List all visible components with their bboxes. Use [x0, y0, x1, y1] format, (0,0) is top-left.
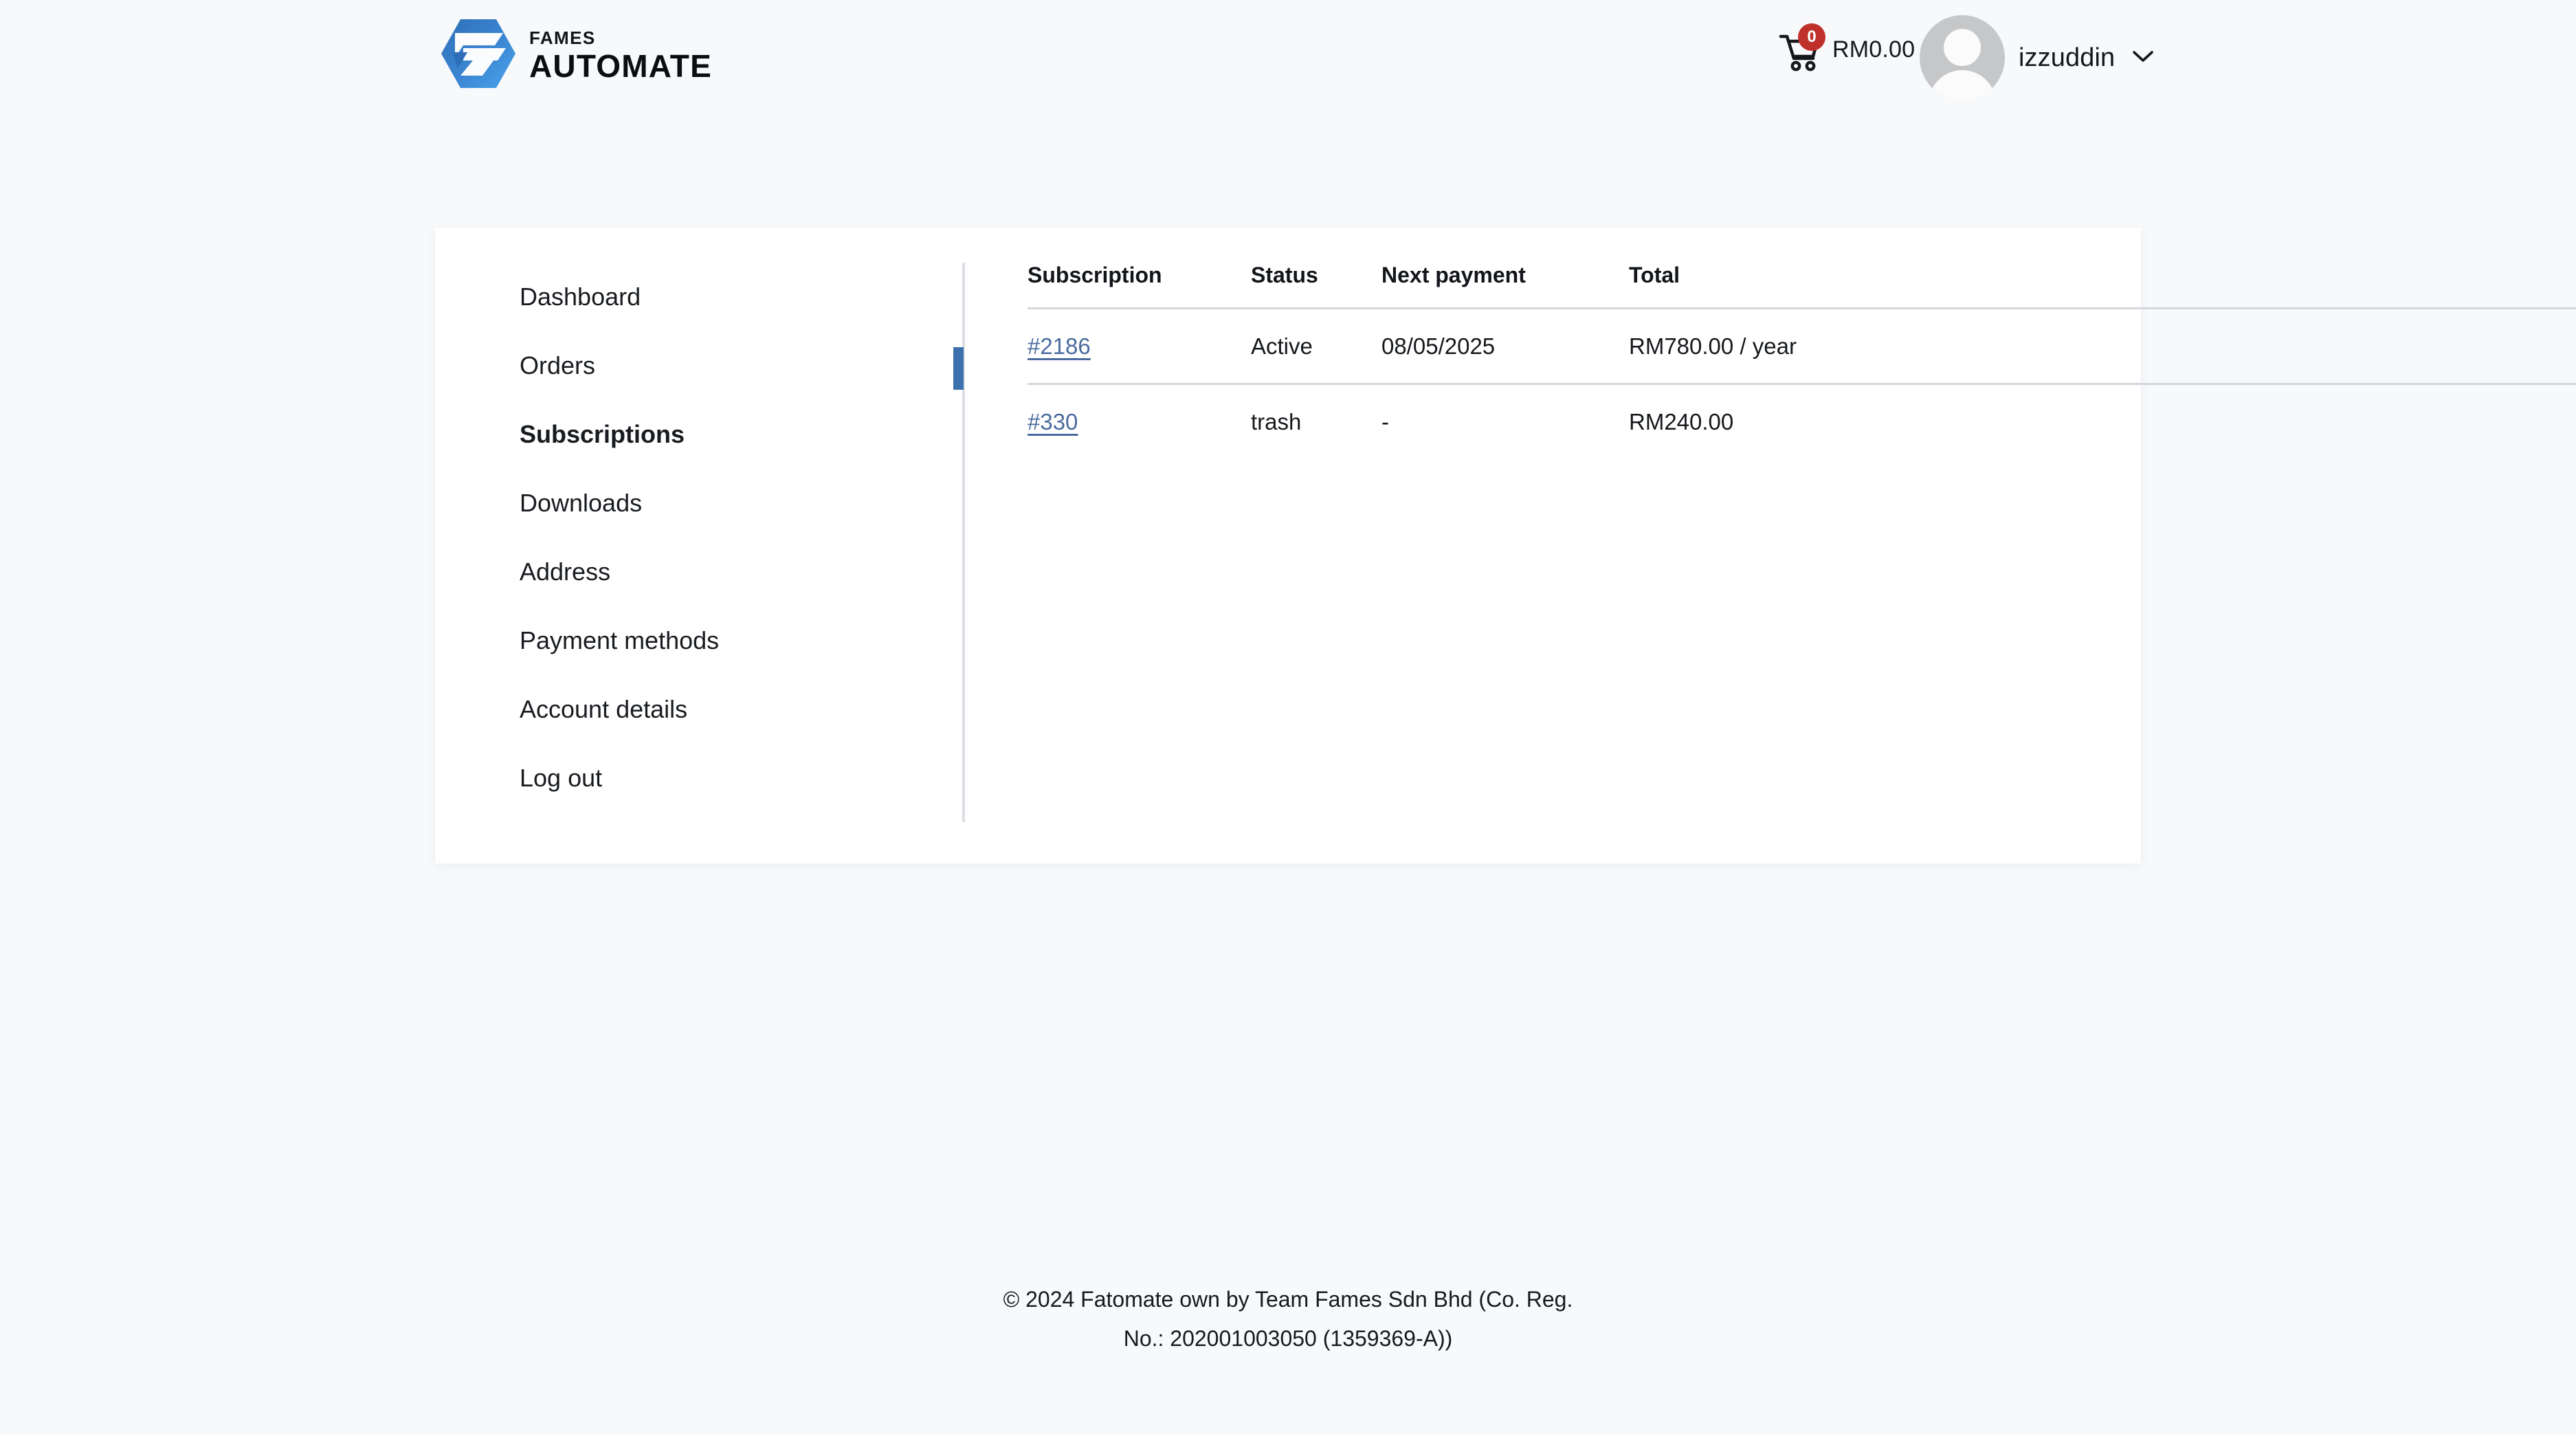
- cell-subscription: #2186: [1028, 308, 1251, 385]
- cell-next-payment: 08/05/2025: [1381, 308, 1629, 385]
- subscriptions-panel: Subscription Status Next payment Total #…: [1028, 263, 2576, 459]
- account-username: izzuddin: [2019, 43, 2116, 72]
- cell-actions: View: [2385, 308, 2576, 385]
- chevron-down-icon: [2131, 49, 2155, 67]
- cell-total: RM780.00 / year: [1629, 308, 2385, 385]
- column-header-next-payment: Next payment: [1381, 263, 1629, 309]
- site-logo[interactable]: FAMES AUTOMATE: [440, 18, 712, 89]
- sidebar-item-subscriptions[interactable]: Subscriptions: [435, 400, 964, 469]
- sidebar-item-downloads[interactable]: Downloads: [435, 469, 964, 538]
- brand-wordmark: FAMES AUTOMATE: [529, 26, 712, 82]
- site-footer: © 2024 Fatomate own by Team Fames Sdn Bh…: [0, 1280, 2576, 1358]
- copyright-text: © 2024 Fatomate own by Team Fames Sdn Bh…: [999, 1280, 1577, 1358]
- user-avatar-icon: [1920, 15, 2005, 100]
- column-header-status: Status: [1251, 263, 1381, 309]
- column-header-subscription: Subscription: [1028, 263, 1251, 309]
- cell-total: RM240.00: [1629, 408, 1734, 434]
- sidebar-item-address[interactable]: Address: [435, 538, 964, 606]
- cell-status: trash: [1251, 408, 1302, 434]
- account-page-card: Dashboard Orders Subscriptions Downloads…: [435, 228, 2576, 863]
- column-header-actions: [2385, 263, 2576, 309]
- sidebar-item-log-out[interactable]: Log out: [435, 744, 964, 813]
- table-header-row: Subscription Status Next payment Total: [1028, 263, 2576, 309]
- sidebar-item-payment-methods[interactable]: Payment methods: [435, 606, 964, 675]
- avatar-head-shape: [1944, 29, 1981, 66]
- fames-hexagon-logo-icon: [440, 18, 517, 89]
- cart-count-badge: 0: [1798, 23, 1825, 51]
- cell-status: Active: [1251, 308, 1381, 385]
- brand-name-top: FAMES: [529, 27, 596, 48]
- subscriptions-table: Subscription Status Next payment Total #…: [1028, 263, 2576, 459]
- column-header-total: Total: [1629, 263, 2385, 309]
- cart-button[interactable]: 0 RM0.00: [1779, 23, 1916, 71]
- subscription-link[interactable]: #330: [1028, 409, 1078, 434]
- cell-next-payment: -: [1381, 408, 1389, 434]
- cell-actions: View: [2385, 384, 2576, 459]
- brand-name-bottom: AUTOMATE: [529, 47, 712, 84]
- copyright-line-2: No.: 202001003050 (1359369-A)): [1123, 1325, 1453, 1351]
- cell-subscription: #330: [1028, 384, 1251, 459]
- sidebar-item-orders[interactable]: Orders: [435, 331, 964, 400]
- site-header: FAMES AUTOMATE 0 RM0.00 izzuddin: [0, 0, 2576, 117]
- avatar-body-shape: [1929, 70, 1996, 100]
- subscription-link[interactable]: #2186: [1028, 333, 1091, 359]
- shopping-cart-icon: 0: [1779, 23, 1825, 71]
- table-row: #2186 Active 08/05/2025 RM780.00 / year …: [1028, 308, 2576, 385]
- sidebar-item-dashboard[interactable]: Dashboard: [435, 263, 964, 331]
- cart-total-amount: RM0.00: [1832, 36, 1916, 63]
- sidebar-active-indicator: [953, 347, 964, 390]
- copyright-line-1: © 2024 Fatomate own by Team Fames Sdn Bh…: [1003, 1287, 1573, 1312]
- table-row: #330 trash - RM240.00 View: [1028, 384, 2576, 459]
- account-menu-button[interactable]: izzuddin: [1920, 15, 2155, 100]
- sidebar-item-account-details[interactable]: Account details: [435, 675, 964, 744]
- account-sidebar-nav: Dashboard Orders Subscriptions Downloads…: [435, 263, 964, 813]
